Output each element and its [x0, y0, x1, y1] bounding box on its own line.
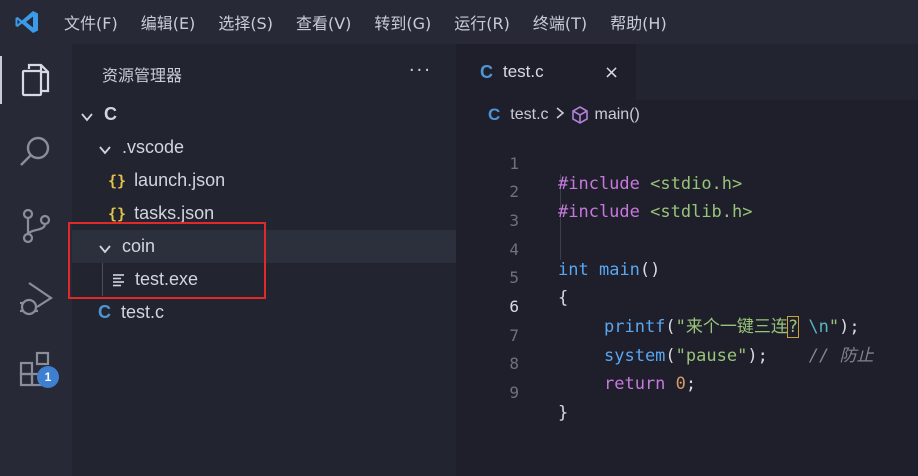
cube-symbol-icon — [571, 106, 589, 124]
chevron-down-icon — [80, 108, 94, 122]
search-icon[interactable] — [0, 124, 72, 180]
code-line-current: 6 printf("来个一键三连? \n"); — [456, 273, 918, 338]
explorer-title: 资源管理器 — [102, 66, 183, 85]
code-line: 2 #include <stdlib.h> — [456, 158, 918, 222]
menu-selection[interactable]: 选择(S) — [218, 10, 273, 34]
tab-bar: C test.c × — [456, 44, 918, 100]
tree-label: launch.json — [134, 170, 226, 190]
menu-terminal[interactable]: 终端(T) — [533, 10, 587, 34]
menu-run[interactable]: 运行(R) — [454, 10, 510, 34]
json-file-icon: {} — [108, 204, 127, 223]
code-line: 5 { — [456, 244, 918, 308]
source-control-icon[interactable] — [0, 198, 72, 254]
extensions-icon[interactable]: 1 — [0, 340, 72, 396]
menu-help[interactable]: 帮助(H) — [610, 10, 667, 34]
code-line: 9 } — [456, 359, 918, 423]
tab-test-c[interactable]: C test.c × — [456, 44, 636, 100]
tree-label: test.c — [121, 302, 165, 322]
menu-file[interactable]: 文件(F) — [64, 10, 118, 34]
code-line: 4 int main() — [456, 216, 918, 280]
tree-file-launch-json[interactable]: {} launch.json — [72, 164, 456, 197]
line-number: 9 — [509, 383, 519, 402]
chevron-down-icon — [98, 141, 112, 155]
activity-bar: 1 — [0, 44, 72, 476]
code-line: 8 return 0; — [456, 330, 918, 394]
json-file-icon: {} — [108, 171, 127, 190]
tree-file-test-c[interactable]: C test.c — [72, 296, 456, 329]
editor-area: C test.c × C test.c main() 1 #include <s… — [456, 44, 918, 476]
tree-label: C — [104, 104, 117, 124]
tree-folder-root[interactable]: C — [72, 98, 456, 131]
breadcrumb: C test.c main() — [456, 102, 640, 128]
code-line: 7 system("pause"); // 防止 — [456, 302, 918, 366]
menu-go[interactable]: 转到(G) — [374, 10, 431, 34]
menu-view[interactable]: 查看(V) — [296, 10, 351, 34]
menu-bar: 文件(F) 编辑(E) 选择(S) 查看(V) 转到(G) 运行(R) 终端(T… — [0, 0, 918, 44]
c-file-icon: C — [480, 61, 493, 82]
breadcrumb-file[interactable]: test.c — [510, 106, 548, 124]
breadcrumb-symbol[interactable]: main() — [595, 106, 640, 124]
tab-label: test.c — [503, 62, 544, 81]
extensions-badge: 1 — [37, 366, 59, 388]
code-line: 3 — [456, 187, 918, 230]
vscode-logo-icon — [0, 0, 54, 44]
menu-edit[interactable]: 编辑(E) — [141, 10, 196, 34]
explorer-icon[interactable] — [0, 52, 72, 108]
c-file-icon: C — [98, 302, 111, 322]
close-icon[interactable]: × — [604, 62, 619, 83]
code-token: } — [558, 403, 569, 423]
c-file-icon: C — [488, 105, 501, 124]
code-line: 1 #include <stdio.h> — [456, 130, 918, 194]
more-actions-button[interactable]: ··· — [409, 60, 432, 81]
tree-label: .vscode — [122, 137, 185, 157]
run-debug-icon[interactable] — [0, 270, 72, 326]
chevron-right-icon — [555, 106, 565, 124]
tree-folder-vscode[interactable]: .vscode — [72, 131, 456, 164]
annotation-box — [68, 222, 266, 299]
tree-label: tasks.json — [134, 203, 215, 223]
